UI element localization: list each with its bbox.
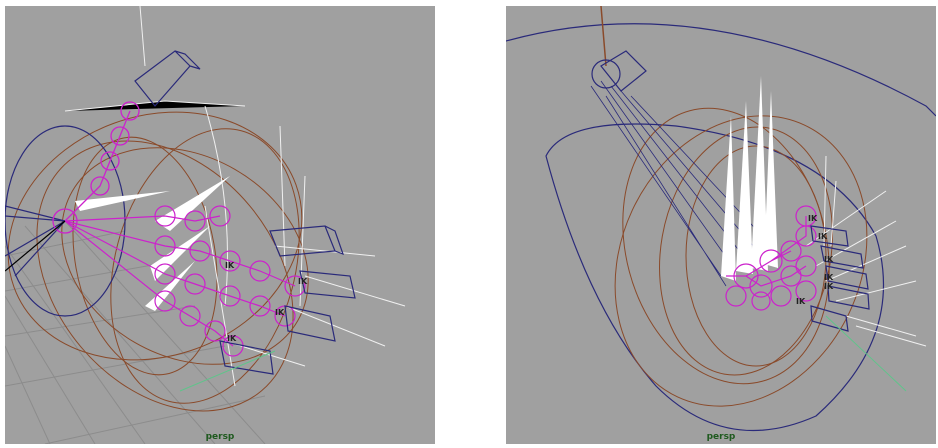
ik-label: IK xyxy=(824,273,834,282)
viewport-right[interactable]: IK IK IK IK IK IK persp xyxy=(506,6,936,444)
viewport-left[interactable]: IK IK IK IK persp xyxy=(5,6,435,444)
ik-label: IK xyxy=(227,334,237,343)
ik-label: IK xyxy=(796,297,806,306)
ik-handle-boxes xyxy=(810,225,870,332)
ik-label: IK xyxy=(298,277,308,286)
joint-chain-fingers xyxy=(64,205,306,357)
ik-label: IK xyxy=(275,308,285,317)
ik-label: IK xyxy=(824,282,834,291)
scene-left[interactable]: IK IK IK IK xyxy=(5,6,435,444)
camera-label: persp xyxy=(205,432,235,442)
ik-label: IK xyxy=(824,255,834,264)
camera-label: persp xyxy=(706,432,736,442)
ik-label: IK xyxy=(818,232,828,241)
ik-label: IK xyxy=(225,261,235,270)
ik-handle-boxes xyxy=(134,50,356,375)
joint-chain-arm xyxy=(52,101,140,234)
axis-lines xyxy=(825,315,907,392)
scene-right: IK IK IK IK IK IK xyxy=(506,6,936,432)
ik-label: IK xyxy=(808,214,818,223)
axis-lines xyxy=(5,220,276,392)
